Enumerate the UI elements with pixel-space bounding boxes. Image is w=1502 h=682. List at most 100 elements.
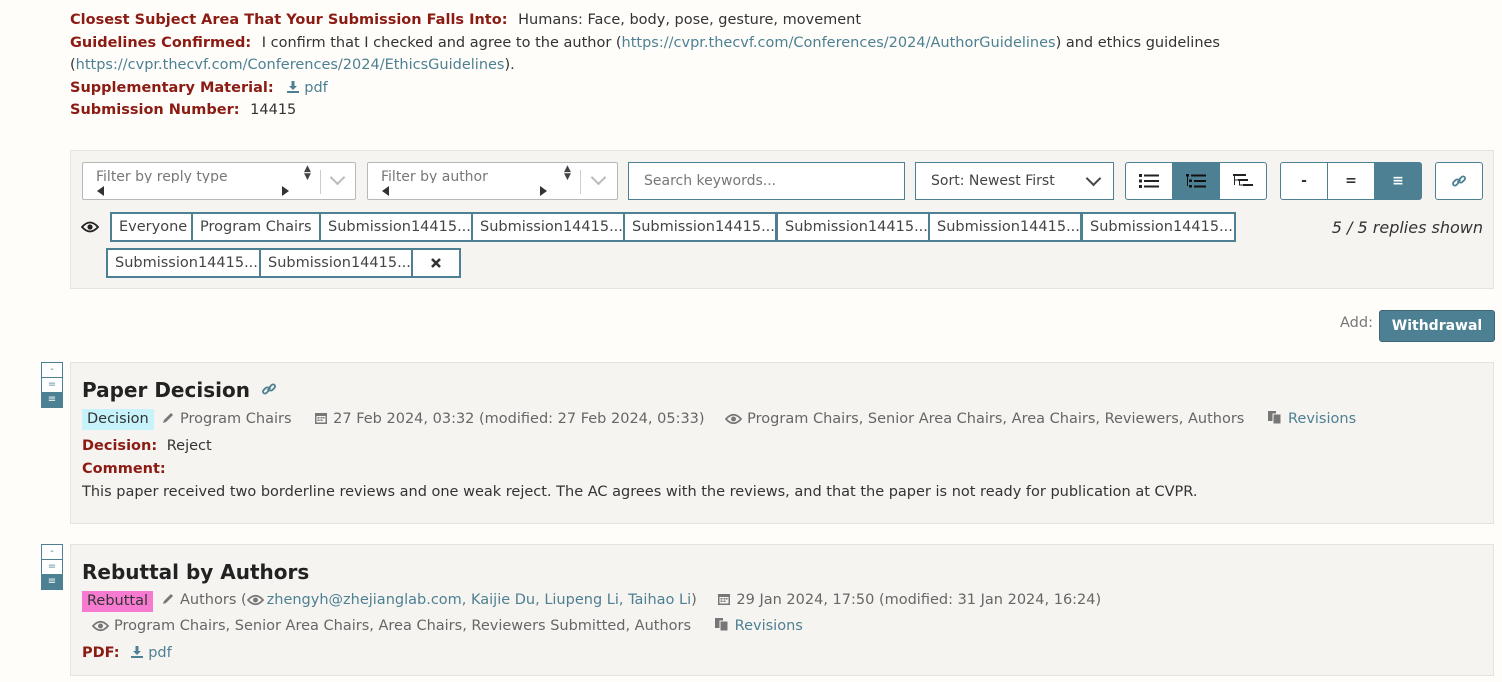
withdrawal-button[interactable]: Withdrawal <box>1379 310 1495 342</box>
copy-files-icon <box>1267 411 1282 425</box>
up-down-icon[interactable]: ▲ ▼ <box>304 165 311 182</box>
note-readers-line: Program Chairs, Senior Area Chairs, Area… <box>92 617 803 634</box>
nested-layout-button[interactable] <box>1219 162 1267 200</box>
submission-number-label: Submission Number: <box>70 102 240 118</box>
chevron-down-icon <box>1085 170 1102 187</box>
up-down-icon[interactable]: ▲ ▼ <box>564 165 571 182</box>
partial-level-button[interactable]: = <box>1327 162 1375 200</box>
author-guidelines-link[interactable]: https://cvpr.thecvf.com/Conferences/2024… <box>622 35 1056 51</box>
note-readers: Program Chairs, Senior Area Chairs, Area… <box>747 411 1245 427</box>
download-icon <box>131 646 144 658</box>
revisions-link[interactable]: Revisions <box>1288 411 1356 427</box>
invitation-badge: Decision <box>82 409 154 430</box>
close-icon <box>431 258 441 268</box>
calendar-icon <box>315 413 328 424</box>
note-meta-line: Authors ( zhengyh@zhejianglab.com, Kaijie… <box>161 592 1101 608</box>
note-signature-suffix: ) <box>691 592 697 608</box>
add-label: Add: <box>1340 315 1373 331</box>
supplementary-pdf-label: pdf <box>304 79 328 96</box>
scroll-left-icon[interactable] <box>382 186 389 196</box>
collapse-level-button[interactable]: - <box>1280 162 1328 200</box>
submission-metadata: Closest Subject Area That Your Submissio… <box>70 9 1490 122</box>
scroll-right-icon[interactable] <box>282 186 289 196</box>
ethics-guidelines-link[interactable]: https://cvpr.thecvf.com/Conferences/2024… <box>76 57 505 73</box>
guidelines-text: I confirm that I checked and agree to th… <box>261 34 622 51</box>
indented-list-icon <box>1186 174 1206 188</box>
note-paper-decision: Paper Decision Decision Program Chairs 2… <box>70 362 1494 524</box>
expand-level-button-group: - = ≡ <box>1280 162 1422 200</box>
copy-link-button[interactable] <box>1435 162 1483 200</box>
revisions-link[interactable]: Revisions <box>735 618 803 634</box>
chevron-down-icon[interactable] <box>329 169 346 186</box>
subject-area-label: Closest Subject Area That Your Submissio… <box>70 12 508 28</box>
eye-icon <box>725 413 743 425</box>
reader-filter-submission[interactable]: Submission14415... <box>1081 212 1236 242</box>
reader-filter-submission[interactable]: Submission14415... <box>319 212 472 242</box>
reader-filter-submission[interactable]: Submission14415... <box>928 212 1081 242</box>
subject-area-value: Humans: Face, body, pose, gesture, movem… <box>518 12 862 28</box>
reader-filter-submission[interactable]: Submission14415... <box>106 248 260 278</box>
invitation-badge: Rebuttal <box>82 591 154 612</box>
subject-area-row: Closest Subject Area That Your Submissio… <box>70 9 1490 32</box>
reader-filter-submission[interactable]: Submission14415... <box>623 212 776 242</box>
reader-filter-everyone[interactable]: Everyone <box>110 212 192 242</box>
pencil-icon <box>163 594 173 604</box>
list-icon <box>1139 174 1159 188</box>
chevron-down-icon[interactable] <box>590 169 607 186</box>
note-collapse-controls: - = ≡ <box>41 544 63 590</box>
summary-note-button[interactable]: = <box>41 377 63 393</box>
supplementary-pdf-link[interactable]: pdf <box>284 80 328 96</box>
search-keywords-input[interactable] <box>628 162 905 200</box>
layout-button-group <box>1125 162 1267 200</box>
guidelines-row-continued: (https://cvpr.thecvf.com/Conferences/202… <box>70 54 1490 77</box>
reader-filter-submission[interactable]: Submission14415... <box>471 212 624 242</box>
linear-layout-button[interactable] <box>1125 162 1173 200</box>
collapse-note-button[interactable]: - <box>41 544 63 560</box>
note-signature: Program Chairs <box>180 411 292 427</box>
sort-select[interactable]: Sort: Newest First <box>915 162 1114 200</box>
copy-files-icon <box>714 618 729 632</box>
copy-link-group <box>1435 162 1483 200</box>
eye-icon <box>81 221 99 233</box>
note-collapse-controls: - = ≡ <box>41 362 63 408</box>
note-title: Paper Decision <box>82 378 250 402</box>
note-date: 27 Feb 2024, 03:32 (modified: 27 Feb 202… <box>333 411 705 427</box>
replies-shown-count: 5 / 5 replies shown <box>1331 218 1483 237</box>
decision-label: Decision: <box>82 438 158 454</box>
author-filter[interactable]: Filter by author ▲ ▼ <box>367 162 618 200</box>
note-readers: Program Chairs, Senior Area Chairs, Area… <box>114 618 692 634</box>
expand-note-button[interactable]: ≡ <box>41 574 63 590</box>
separator <box>320 170 321 194</box>
pdf-label: PDF: <box>82 645 120 661</box>
note-rebuttal: Rebuttal by Authors Rebuttal Authors (zh… <box>70 544 1494 676</box>
expand-level-button[interactable]: ≡ <box>1374 162 1422 200</box>
reader-filter-program-chairs[interactable]: Program Chairs <box>191 212 320 242</box>
note-authors-link[interactable]: zhengyh@zhejianglab.com, Kaijie Du, Liup… <box>267 592 691 608</box>
clear-readers-button[interactable] <box>411 248 461 278</box>
scroll-right-icon[interactable] <box>540 186 547 196</box>
threaded-layout-button[interactable] <box>1172 162 1220 200</box>
pdf-link[interactable]: pdf <box>128 645 172 661</box>
pdf-field: PDF: pdf <box>82 645 172 661</box>
guidelines-label: Guidelines Confirmed: <box>70 34 252 51</box>
expand-note-button[interactable]: ≡ <box>41 392 63 408</box>
scroll-left-icon[interactable] <box>97 186 104 196</box>
separator <box>580 170 581 194</box>
reply-type-filter[interactable]: Filter by reply type ▲ ▼ <box>82 162 356 200</box>
supplementary-row: Supplementary Material: pdf <box>70 77 1490 100</box>
note-signature-prefix: Authors ( <box>180 592 247 608</box>
guidelines-text: ). <box>504 57 515 73</box>
collapse-note-button[interactable]: - <box>41 362 63 378</box>
reader-filter-submission[interactable]: Submission14415... <box>776 212 929 242</box>
reader-filter-submission[interactable]: Submission14415... <box>259 248 412 278</box>
note-meta-line: Program Chairs 27 Feb 2024, 03:32 (modif… <box>161 410 1356 427</box>
reply-type-placeholder: Filter by reply type <box>96 169 228 183</box>
summary-note-button[interactable]: = <box>41 559 63 575</box>
decision-value: Reject <box>166 438 212 454</box>
pencil-icon <box>163 413 173 423</box>
link-icon[interactable] <box>261 381 277 397</box>
guidelines-text: ) and ethics guidelines <box>1055 34 1220 51</box>
supplementary-label: Supplementary Material: <box>70 79 274 96</box>
submission-number-row: Submission Number: 14415 <box>70 99 1490 122</box>
download-icon <box>287 80 300 93</box>
